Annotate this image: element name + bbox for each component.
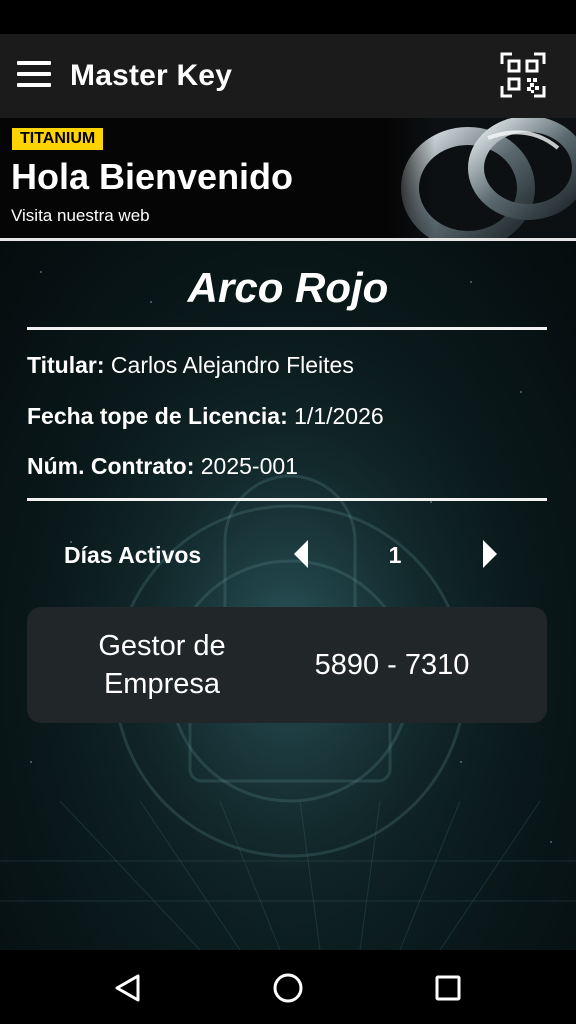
organization-name: Arco Rojo [187,264,389,311]
welcome-banner[interactable]: TITANIUM Hola Bienvenido Visita nuestra … [0,118,576,238]
tier-badge: TITANIUM [12,128,104,150]
contract-row: Núm. Contrato: 2025-001 [27,451,298,481]
contract-value: 2025-001 [200,453,298,479]
holder-row: Titular: Carlos Alejandro Fleites [27,350,354,380]
arrow-right-icon[interactable] [477,537,503,571]
rings-image [388,118,576,238]
website-link[interactable]: Visita nuestra web [11,205,150,227]
welcome-title: Hola Bienvenido [11,156,294,197]
contract-label: Núm. Contrato: [27,453,195,479]
cyber-lock-background [0,241,576,950]
active-days-value: 1 [388,542,402,568]
license-panel: Arco Rojo Titular: Carlos Alejandro Flei… [0,241,576,950]
holder-label: Titular: [27,352,105,378]
expiry-row: Fecha tope de Licencia: 1/1/2026 [27,401,384,431]
app-bar: Master Key [0,34,576,118]
qr-code-icon[interactable] [500,52,546,98]
menu-icon[interactable] [12,56,56,96]
divider [27,498,547,501]
nav-back-icon[interactable] [106,966,150,1010]
arrow-left-icon[interactable] [288,537,314,571]
expiry-value: 1/1/2026 [294,403,384,429]
card-value: 5890 - 7310 [314,649,470,681]
card-label: Gestor de Empresa [98,630,226,700]
holder-value: Carlos Alejandro Fleites [110,352,354,378]
system-nav-bar [0,950,576,1024]
business-manager-card[interactable]: Gestor de Empresa 5890 - 7310 [27,607,547,723]
active-days-label: Días Activos [64,542,202,568]
app-title: Master Key [70,59,233,92]
expiry-label: Fecha tope de Licencia: [27,403,288,429]
nav-recent-icon[interactable] [426,966,470,1010]
status-bar [0,0,576,34]
divider [27,327,547,330]
nav-home-icon[interactable] [266,966,310,1010]
